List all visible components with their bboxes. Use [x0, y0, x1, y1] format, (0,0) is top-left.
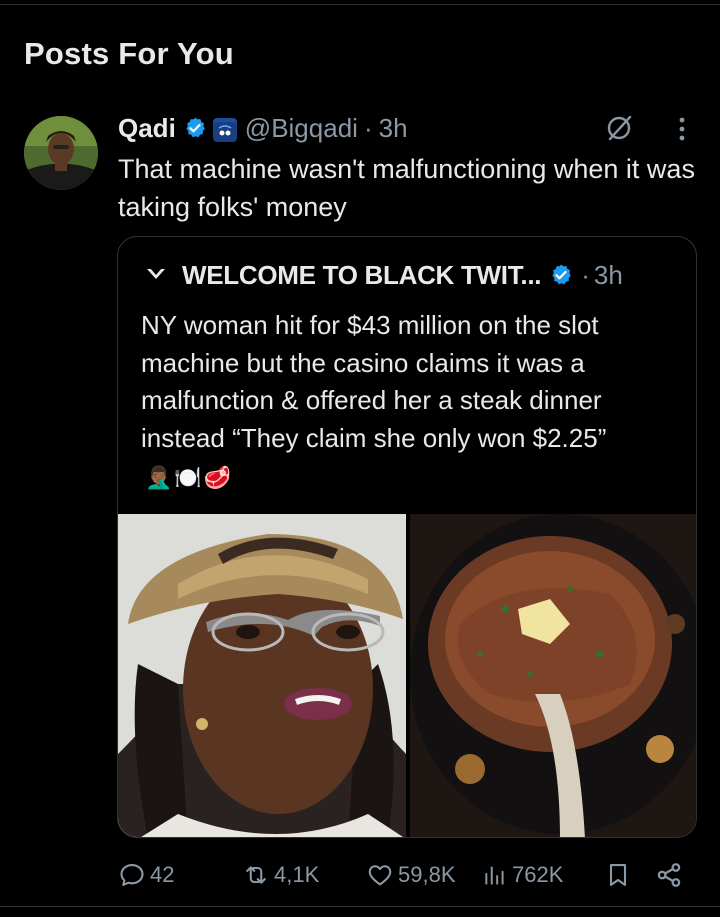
- author-name[interactable]: Qadi: [118, 113, 176, 144]
- bookmark-icon: [609, 864, 627, 886]
- share-icon: [657, 863, 681, 887]
- like-count: 59,8K: [398, 862, 456, 887]
- quoted-post-media[interactable]: [118, 514, 696, 837]
- author-avatar[interactable]: [24, 116, 98, 190]
- repost-count: 4,1K: [274, 862, 320, 887]
- quoted-post-text: NY woman hit for $43 million on the slot…: [141, 310, 607, 453]
- more-icon[interactable]: [672, 114, 692, 144]
- repost-button[interactable]: 4,1K: [242, 857, 319, 893]
- views-button[interactable]: 762K: [482, 857, 563, 893]
- reply-button[interactable]: 42: [118, 857, 174, 893]
- repost-icon: [246, 866, 266, 884]
- like-icon: [368, 865, 392, 886]
- quoted-author-avatar-icon[interactable]: [146, 265, 166, 285]
- quoted-post-timestamp[interactable]: 3h: [594, 260, 623, 291]
- quoted-post-card[interactable]: WELCOME TO BLACK TWIT... · 3h NY woman h…: [117, 236, 697, 838]
- steak-emoji: 🥩: [203, 465, 232, 490]
- post-text: That machine wasn't malfunctioning when …: [118, 154, 695, 222]
- views-icon: [485, 866, 504, 885]
- reply-count: 42: [150, 862, 175, 887]
- quoted-author-name[interactable]: WELCOME TO BLACK TWIT...: [182, 260, 541, 291]
- woman-photo[interactable]: [118, 514, 406, 837]
- reply-icon: [120, 864, 144, 886]
- author-handle[interactable]: @Bigqadi: [245, 113, 358, 144]
- views-count: 762K: [512, 862, 564, 887]
- grok-icon[interactable]: [604, 113, 634, 143]
- top-divider: [0, 4, 720, 5]
- verified-badge-icon: [186, 117, 205, 138]
- section-title: Posts For You: [24, 36, 234, 71]
- affiliate-badge-icon: [212, 118, 237, 142]
- like-button[interactable]: 59,8K: [366, 857, 456, 893]
- quoted-post-header: WELCOME TO BLACK TWIT... · 3h: [146, 257, 623, 293]
- post-actions-bar: 42 4,1K 59,8K 762K: [118, 857, 698, 893]
- facepalm-emoji: 🤦🏾‍♂️: [145, 465, 173, 490]
- post-timestamp[interactable]: 3h: [379, 113, 408, 144]
- header-separator: ·: [363, 112, 373, 143]
- steak-photo[interactable]: [410, 514, 696, 837]
- share-button[interactable]: [654, 857, 688, 893]
- bottom-divider: [0, 906, 720, 907]
- quoted-post-emojis: 🤦🏾‍♂️ 🍽️ 🥩: [145, 463, 231, 493]
- quoted-verified-badge-icon: [552, 264, 571, 285]
- bookmark-button[interactable]: [604, 857, 636, 893]
- plate-emoji: 🍽️: [174, 465, 202, 490]
- quoted-header-separator: ·: [581, 259, 590, 290]
- post-header: Qadi @Bigqadi · 3h: [118, 110, 408, 146]
